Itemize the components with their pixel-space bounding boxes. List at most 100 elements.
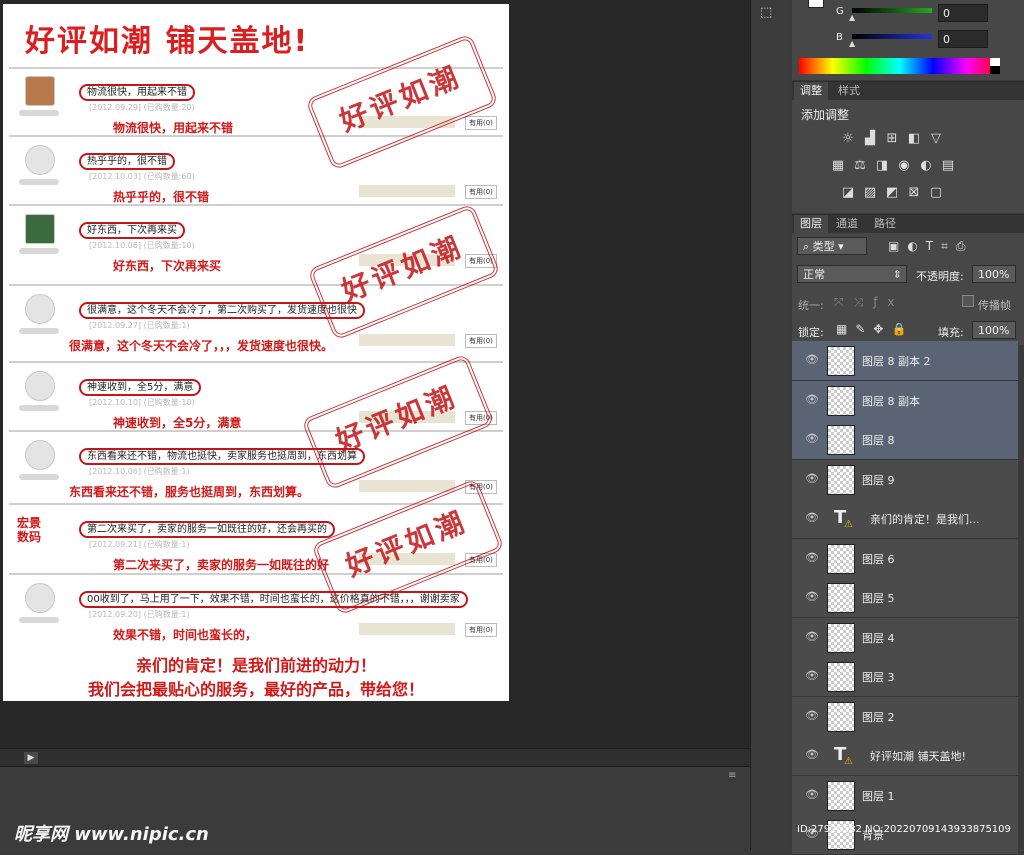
layer-row[interactable]: 👁 T ⚠ 亲们的肯定！是我们...	[792, 499, 1018, 539]
layers-scrollbar[interactable]	[1018, 345, 1024, 850]
eye-icon[interactable]: 👁	[805, 353, 819, 366]
threshold-icon[interactable]: ◩	[884, 186, 900, 200]
review-rating-bar	[359, 623, 455, 635]
blend-mode-select[interactable]: 正常 ⇕	[797, 265, 907, 283]
channel-mixer-icon[interactable]: ◐	[918, 159, 934, 173]
layer-thumbnail	[827, 346, 855, 376]
selective-color-icon[interactable]: ▢	[928, 186, 944, 200]
foreground-swatch[interactable]	[808, 0, 824, 8]
propagate-checkbox[interactable]	[962, 295, 974, 307]
username-blurred	[19, 405, 59, 411]
bw-icon[interactable]: ◨	[874, 159, 890, 173]
adjustments-panel: 调整 样式 添加调整 ☼ ▟ ⊞ ◧ ▽ ▦ ⚖ ◨ ◉ ◐ ▤ ◪ ▨ ◩ ⊠ ▢	[792, 81, 1024, 213]
document-canvas[interactable]: 好评如潮 铺天盖地! 亲们的肯定！是我们前进的动力！ 我们会把最贴心的服务，最好…	[3, 4, 509, 701]
eye-icon[interactable]: 👁	[805, 709, 819, 722]
review-rating-bar	[359, 334, 455, 346]
review-caption: 第二次来买了，卖家的服务一如既往的好	[113, 558, 330, 572]
black-white-swatch[interactable]	[990, 58, 1000, 74]
layer-name: 图层 6	[862, 552, 895, 566]
vibrance-icon[interactable]: ▽	[928, 132, 944, 146]
hue-icon[interactable]: ▦	[830, 159, 846, 173]
eye-icon[interactable]: 👁	[805, 393, 819, 406]
layer-name: 图层 8	[862, 434, 895, 447]
username-blurred	[19, 328, 59, 334]
layer-thumbnail	[827, 780, 855, 811]
gradient-map-icon[interactable]: ⊠	[906, 186, 922, 200]
photo-filter-icon[interactable]: ◉	[896, 159, 912, 173]
layer-filter-select[interactable]: ⌕ 类型 ▾	[797, 237, 867, 255]
balance-icon[interactable]: ⚖	[852, 159, 868, 173]
tab-adjustments[interactable]: 调整	[794, 82, 828, 100]
avatar	[25, 440, 55, 470]
fill-input[interactable]: 100%	[972, 321, 1016, 339]
lock-label: 锁定:	[798, 326, 824, 339]
layer-row[interactable]: 👁 背景	[792, 815, 1018, 855]
opacity-input[interactable]: 100%	[972, 265, 1016, 283]
watermark: 昵享网 www.nipic.cn	[14, 824, 209, 845]
channel-value[interactable]: 0	[938, 4, 988, 22]
lock-icons[interactable]: ▦✎✥🔒	[836, 322, 914, 336]
layer-row[interactable]: 👁 图层 4	[792, 617, 1018, 658]
layer-row[interactable]: 👁 图层 8	[792, 420, 1018, 460]
eye-icon[interactable]: 👁	[805, 551, 819, 564]
slider-thumb-icon[interactable]: ▲	[849, 13, 855, 22]
layer-row[interactable]: 👁 图层 2	[792, 696, 1018, 737]
review-meta: [2012.09.21] (已购数量:1)	[89, 540, 190, 549]
3d-cube-icon[interactable]: ⬚	[760, 5, 778, 21]
tab-layers[interactable]: 图层	[794, 215, 828, 233]
layer-name: 图层 9	[862, 473, 895, 487]
play-icon[interactable]: ▶	[24, 752, 38, 764]
invert-icon[interactable]: ◪	[840, 186, 856, 200]
layer-row[interactable]: 👁 图层 1	[792, 775, 1018, 816]
review-highlight: 00收到了，马上用了一下，效果不错，时间也蛮长的，这价格真的不错，，，谢谢卖家	[79, 591, 468, 608]
levels-icon[interactable]: ⊞	[884, 132, 900, 146]
unify-icons[interactable]: ⤧⤨ƒx	[834, 295, 905, 310]
layer-row[interactable]: 👁 图层 5	[792, 578, 1018, 618]
color-lookup-icon[interactable]: ▤	[940, 159, 956, 173]
panel-menu-icon[interactable]: ≡	[728, 770, 736, 781]
eye-icon[interactable]: 👁	[805, 630, 819, 643]
useful-button[interactable]: 有用(0)	[465, 334, 497, 348]
eye-icon[interactable]: 👁	[805, 748, 819, 761]
layer-row[interactable]: 👁 图层 3	[792, 657, 1018, 697]
posterize-icon[interactable]: ▨	[862, 186, 878, 200]
warning-icon: ⚠	[844, 519, 853, 530]
review-meta: [2012.09.20] (已购数量:1)	[89, 610, 190, 619]
eye-icon[interactable]: 👁	[805, 472, 819, 485]
channel-slider[interactable]	[852, 34, 932, 39]
review-text: 好东西，下次再来买	[79, 221, 185, 239]
layer-row[interactable]: 👁 图层 9	[792, 459, 1018, 500]
layer-row[interactable]: 👁 图层 6	[792, 538, 1018, 579]
slider-thumb-icon[interactable]: ▲	[849, 39, 855, 48]
layer-row[interactable]: 👁 图层 8 副本 2	[792, 341, 1018, 381]
brightness-icon[interactable]: ☼	[840, 132, 856, 146]
useful-button[interactable]: 有用(0)	[465, 116, 497, 130]
tab-styles[interactable]: 样式	[832, 82, 866, 100]
eye-icon[interactable]: 👁	[805, 788, 819, 801]
color-spectrum[interactable]	[799, 58, 1000, 74]
layer-row[interactable]: 👁 T ⚠ 好评如潮 铺天盖地!	[792, 736, 1018, 776]
avatar	[25, 371, 55, 401]
username-blurred	[19, 617, 59, 623]
exposure-icon[interactable]: ◧	[906, 132, 922, 146]
eye-icon[interactable]: 👁	[805, 432, 819, 445]
useful-button[interactable]: 有用(0)	[465, 623, 497, 637]
channel-slider[interactable]	[852, 8, 932, 13]
layer-name: 图层 3	[862, 671, 895, 684]
horizontal-scrollbar[interactable]	[0, 748, 750, 767]
review-highlight: 第二次来买了，卖家的服务一如既往的好，还会再买的	[79, 521, 335, 538]
eye-icon[interactable]: 👁	[805, 590, 819, 603]
review-caption: 神速收到，全5分，满意	[113, 416, 242, 430]
curves-icon[interactable]: ▟	[862, 132, 878, 146]
channel-value[interactable]: 0	[938, 30, 988, 48]
footer-line-1: 亲们的肯定！是我们前进的动力！	[135, 656, 376, 675]
tab-paths[interactable]: 路径	[868, 215, 902, 233]
tab-channels[interactable]: 通道	[830, 215, 864, 233]
layer-name: 图层 1	[862, 789, 895, 803]
eye-icon[interactable]: 👁	[805, 669, 819, 682]
useful-button[interactable]: 有用(0)	[465, 185, 497, 199]
review-rating-bar	[359, 185, 455, 197]
eye-icon[interactable]: 👁	[805, 511, 819, 524]
filter-icons[interactable]: ▣◐T⌗⎙	[888, 239, 974, 254]
layer-row[interactable]: 👁 图层 8 副本	[792, 380, 1018, 421]
